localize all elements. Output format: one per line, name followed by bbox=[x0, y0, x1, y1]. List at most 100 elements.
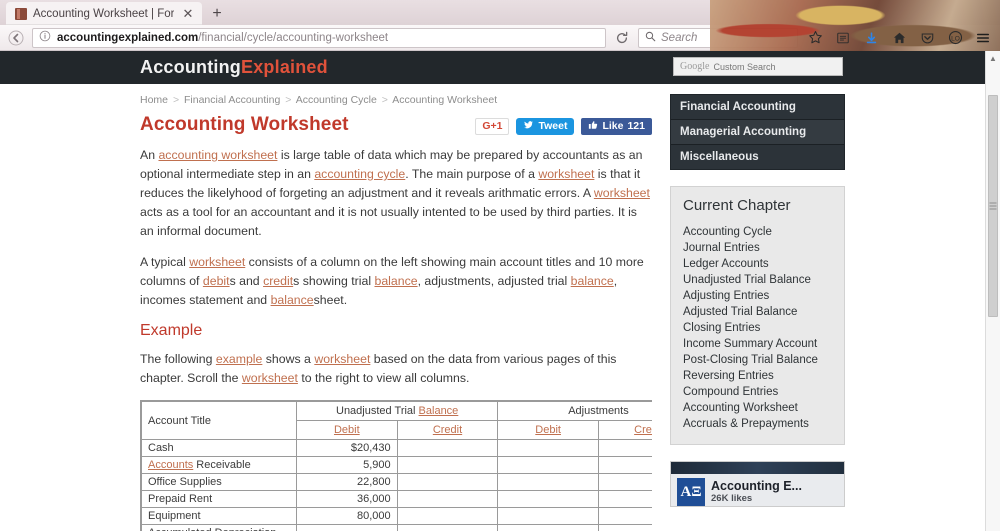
chapter-list: Accounting Cycle Journal Entries Ledger Ac… bbox=[683, 224, 832, 432]
link-credit[interactable]: Credit bbox=[634, 424, 652, 436]
sidebar-item-post-closing-trial-balance[interactable]: Post-Closing Trial Balance bbox=[683, 352, 832, 368]
example-heading: Example bbox=[140, 322, 203, 340]
cell-account-title: Office Supplies bbox=[141, 473, 297, 492]
link-accounting-worksheet[interactable]: accounting worksheet bbox=[158, 148, 277, 162]
link-worksheet[interactable]: worksheet bbox=[189, 255, 245, 269]
google-plus-one-button[interactable]: G+1 bbox=[475, 117, 510, 135]
cell-adj-credit: $18,480 bbox=[597, 473, 652, 492]
cell-adj-credit bbox=[597, 439, 652, 458]
breadcrumb-separator: > bbox=[381, 94, 388, 106]
link-worksheet[interactable]: worksheet bbox=[594, 186, 650, 200]
browser-tab[interactable]: Accounting Worksheet | For ✕ bbox=[6, 2, 203, 25]
twitter-bird-icon bbox=[523, 120, 534, 133]
sidebar-item-income-summary-account[interactable]: Income Summary Account bbox=[683, 336, 832, 352]
sidebar-item-accounting-worksheet[interactable]: Accounting Worksheet bbox=[683, 400, 832, 416]
sidebar-item-financial-accounting[interactable]: Financial Accounting bbox=[671, 95, 844, 120]
link-balance-sheet[interactable]: balance bbox=[271, 293, 314, 307]
hamburger-menu-icon[interactable] bbox=[972, 28, 994, 48]
link-balance[interactable]: balance bbox=[571, 274, 614, 288]
page-scrollbar[interactable]: ▲ bbox=[985, 51, 1000, 531]
link-worksheet[interactable]: worksheet bbox=[538, 167, 594, 181]
sidebar-item-journal-entries[interactable]: Journal Entries bbox=[683, 240, 832, 256]
text-run: acts as a tool for an accountant and it … bbox=[140, 205, 637, 239]
new-tab-button[interactable]: + bbox=[202, 5, 231, 25]
search-bar[interactable]: Search bbox=[638, 27, 798, 48]
cell-utb-debit: 36,000 bbox=[296, 490, 398, 509]
text-run: s showing trial bbox=[293, 274, 375, 289]
scrollbar-grip-icon bbox=[989, 202, 997, 210]
link-credit[interactable]: credit bbox=[263, 274, 293, 288]
header-account-title: Account Title bbox=[141, 401, 297, 441]
link-accounts[interactable]: Accounts bbox=[148, 459, 193, 471]
thumbs-up-icon bbox=[588, 120, 598, 133]
breadcrumb-item-accounting-worksheet[interactable]: Accounting Worksheet bbox=[392, 94, 497, 106]
page-info-icon[interactable] bbox=[39, 29, 51, 47]
breadcrumb-separator: > bbox=[285, 94, 292, 106]
link-debit[interactable]: debit bbox=[203, 274, 230, 288]
cell-adj-credit: 12,000 bbox=[597, 490, 652, 509]
scroll-up-arrow-icon[interactable]: ▲ bbox=[986, 51, 1000, 65]
link-worksheet[interactable]: worksheet bbox=[314, 352, 370, 366]
back-arrow-icon[interactable] bbox=[6, 28, 26, 48]
scrollbar-thumb[interactable] bbox=[988, 95, 998, 317]
link-debit[interactable]: Debit bbox=[535, 424, 561, 436]
sidebar-item-adjusted-trial-balance[interactable]: Adjusted Trial Balance bbox=[683, 304, 832, 320]
facebook-page-widget[interactable]: AΞ Accounting E... 26K likes bbox=[670, 461, 845, 507]
pocket-icon[interactable] bbox=[916, 28, 938, 48]
home-icon[interactable] bbox=[888, 28, 910, 48]
link-worksheet[interactable]: worksheet bbox=[242, 371, 298, 385]
close-icon[interactable]: ✕ bbox=[180, 7, 195, 20]
reload-icon[interactable] bbox=[612, 28, 632, 48]
sidebar-nav-block: Financial Accounting Managerial Accounti… bbox=[670, 94, 845, 170]
sidebar-item-ledger-accounts[interactable]: Ledger Accounts bbox=[683, 256, 832, 272]
table-row: Cash$20,430$20,430 bbox=[141, 439, 652, 458]
lastpass-icon[interactable]: LO bbox=[944, 28, 966, 48]
link-accounting-cycle[interactable]: accounting cycle bbox=[314, 167, 405, 181]
text-run: A typical bbox=[140, 255, 190, 270]
link-credit[interactable]: Credit bbox=[433, 424, 462, 436]
link-example[interactable]: example bbox=[216, 352, 262, 366]
sidebar-item-closing-entries[interactable]: Closing Entries bbox=[683, 320, 832, 336]
sidebar-item-accruals-prepayments[interactable]: Accruals & Prepayments bbox=[683, 416, 832, 432]
sidebar-item-miscellaneous[interactable]: Miscellaneous bbox=[671, 145, 844, 169]
breadcrumb-separator: > bbox=[172, 94, 180, 106]
facebook-like-button[interactable]: Like 121 bbox=[581, 117, 652, 135]
sidebar-item-reversing-entries[interactable]: Reversing Entries bbox=[683, 368, 832, 384]
page-title: Accounting Worksheet bbox=[140, 114, 349, 135]
download-arrow-icon[interactable] bbox=[860, 28, 882, 48]
google-custom-search-box[interactable]: Google Custom Search bbox=[673, 57, 843, 76]
cell-account-title: Cash bbox=[141, 439, 297, 458]
tweet-button[interactable]: Tweet bbox=[516, 117, 575, 135]
sidebar-item-compound-entries[interactable]: Compound Entries bbox=[683, 384, 832, 400]
table-row: Office Supplies22,800$18,4804,320 bbox=[141, 473, 652, 492]
cell-utb-credit bbox=[396, 439, 499, 458]
worksheet-scroll-container[interactable]: Account Title Unadjusted Trial Balance A… bbox=[140, 400, 652, 531]
cell-adj-debit bbox=[497, 524, 599, 531]
star-icon[interactable] bbox=[804, 28, 826, 48]
search-input[interactable]: Search bbox=[661, 32, 697, 44]
sidebar-item-adjusting-entries[interactable]: Adjusting Entries bbox=[683, 288, 832, 304]
sidebar-item-unadjusted-trial-balance[interactable]: Unadjusted Trial Balance bbox=[683, 272, 832, 288]
url-text: accountingexplained.com/financial/cycle/… bbox=[57, 32, 388, 44]
link-balance[interactable]: balance bbox=[374, 274, 417, 288]
reader-view-icon[interactable] bbox=[832, 28, 854, 48]
like-count: 121 bbox=[627, 120, 645, 132]
like-label: Like bbox=[602, 120, 624, 132]
table-row: Accumulated Depreciation1,100$1,100 bbox=[141, 524, 652, 531]
site-logo[interactable]: AccountingExplained bbox=[140, 57, 328, 78]
link-debit[interactable]: Debit bbox=[334, 424, 360, 436]
cell-account-title: Prepaid Rent bbox=[141, 490, 297, 509]
site-header: AccountingExplained Google Custom Search bbox=[0, 51, 985, 84]
breadcrumb-item-home[interactable]: Home bbox=[140, 94, 168, 106]
cell-adj-debit bbox=[497, 490, 599, 509]
facebook-page-avatar: AΞ bbox=[677, 478, 705, 506]
link-balance[interactable]: Balance bbox=[419, 405, 459, 417]
url-path: /financial/cycle/accounting-worksheet bbox=[198, 31, 389, 44]
url-bar[interactable]: accountingexplained.com/financial/cycle/… bbox=[32, 27, 606, 48]
sidebar-item-accounting-cycle[interactable]: Accounting Cycle bbox=[683, 224, 832, 240]
breadcrumb-item-accounting-cycle[interactable]: Accounting Cycle bbox=[296, 94, 377, 106]
breadcrumb-item-financial-accounting[interactable]: Financial Accounting bbox=[184, 94, 280, 106]
sidebar-item-managerial-accounting[interactable]: Managerial Accounting bbox=[671, 120, 844, 145]
cell-utb-credit bbox=[396, 456, 499, 475]
cell-utb-credit bbox=[396, 490, 499, 509]
